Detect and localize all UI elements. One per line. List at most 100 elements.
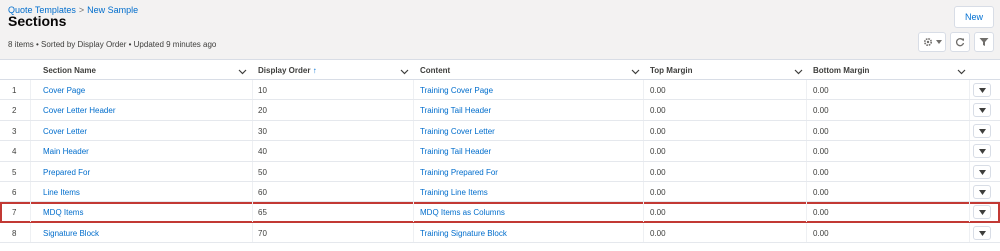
content-link[interactable]: MDQ Items as Columns [420,208,505,217]
row-action-chevron-icon [978,167,986,177]
row-action-chevron-icon [978,105,986,115]
column-divider [413,100,414,120]
column-header-content[interactable]: Content [420,66,450,75]
filter-button[interactable] [974,32,994,52]
section-name-link[interactable]: Cover Letter [43,127,87,136]
column-divider [806,202,807,222]
table-header: Section Name Display Order ↑ Content Top… [0,60,1000,80]
row-action-button[interactable] [973,123,991,138]
content-link[interactable]: Training Line Items [420,188,488,197]
row-action-button[interactable] [973,184,991,199]
content-link[interactable]: Training Cover Page [420,86,493,95]
bottom-margin-value: 0.00 [813,208,829,218]
column-divider [969,100,970,120]
content-link[interactable]: Training Tail Header [420,147,491,156]
section-name-link[interactable]: Cover Page [43,86,85,95]
column-header-section-name[interactable]: Section Name [43,66,96,75]
row-action-button[interactable] [973,205,991,220]
content-link[interactable]: Training Prepared For [420,168,498,177]
new-button[interactable]: New [954,6,994,28]
column-divider [30,120,31,141]
bottom-margin-value: 0.00 [813,228,829,238]
table-row[interactable]: 3 Cover Letter 30 Training Cover Letter 0.00… [0,120,1000,142]
column-divider [252,80,253,100]
section-name-link[interactable]: Cover Letter Header [43,106,115,115]
column-header-bottom-margin[interactable]: Bottom Margin [813,66,869,75]
column-divider [806,222,807,243]
column-divider [252,100,253,120]
column-divider [413,181,414,202]
column-divider [806,120,807,141]
column-divider [252,161,253,181]
row-action-button[interactable] [973,103,991,118]
section-name-link[interactable]: Signature Block [43,229,99,238]
refresh-icon [955,37,965,47]
content-link[interactable]: Training Signature Block [420,229,507,238]
column-divider [806,80,807,100]
column-divider [969,141,970,161]
column-divider [413,141,414,161]
section-name-link[interactable]: MDQ Items [43,208,83,217]
row-action-button[interactable] [973,83,991,97]
column-divider [30,202,31,222]
column-divider [413,80,414,100]
chevron-down-icon[interactable] [794,67,803,77]
table-row[interactable]: 8 Signature Block 70 Training Signature Blo… [0,222,1000,244]
column-divider [643,141,644,161]
table-row[interactable]: 4 Main Header 40 Training Tail Header 0.00 0.… [0,141,1000,162]
chevron-down-icon[interactable] [400,67,409,77]
column-divider [643,181,644,202]
bottom-margin-value: 0.00 [813,106,829,116]
column-divider [413,161,414,181]
list-settings-button[interactable] [918,32,946,52]
display-order-value: 65 [258,208,267,218]
row-action-button[interactable] [973,164,991,179]
column-divider [30,181,31,202]
bottom-margin-value: 0.00 [813,147,829,157]
table-row[interactable]: 5 Prepared For 50 Training Prepared For 0.00… [0,161,1000,182]
column-divider [643,120,644,141]
row-action-button[interactable] [973,225,991,240]
row-number: 5 [12,167,17,177]
column-divider [969,120,970,141]
section-name-link[interactable]: Main Header [43,147,89,156]
content-link[interactable]: Training Cover Letter [420,127,495,136]
settings-gear-icon [923,37,933,47]
display-order-value: 10 [258,86,267,95]
row-number: 6 [12,187,17,197]
chevron-down-icon[interactable] [957,67,966,77]
row-number: 1 [12,86,17,95]
column-divider [252,181,253,202]
table-row[interactable]: 2 Cover Letter Header 20 Training Tail Head… [0,100,1000,121]
list-view-header: Quote Templates > New Sample Sections 8 it… [0,0,1000,60]
section-name-link[interactable]: Line Items [43,188,80,197]
table-row[interactable]: 1 Cover Page 10 Training Cover Page 0.00 0.00 [0,80,1000,101]
column-divider [413,222,414,243]
column-header-label: Display Order [258,66,311,75]
column-divider [969,161,970,181]
top-margin-value: 0.00 [650,187,666,197]
column-header-top-margin[interactable]: Top Margin [650,66,693,75]
bottom-margin-value: 0.00 [813,167,829,177]
column-divider [806,161,807,181]
row-number: 7 [12,208,17,218]
breadcrumb-current-link[interactable]: New Sample [87,5,138,15]
top-margin-value: 0.00 [650,228,666,238]
table-row[interactable]: 7 MDQ Items 65 MDQ Items as Columns 0.00 0.00 [0,202,1000,223]
refresh-button[interactable] [950,32,970,52]
row-number: 3 [12,126,17,136]
filter-icon [979,37,989,47]
sections-table: Section Name Display Order ↑ Content Top… [0,60,1000,244]
column-divider [413,120,414,141]
page-title: Sections [8,13,67,29]
row-action-chevron-icon [978,146,986,156]
chevron-down-icon[interactable] [238,67,247,77]
chevron-down-icon[interactable] [631,67,640,77]
column-header-display-order[interactable]: Display Order ↑ [258,66,317,75]
section-name-link[interactable]: Prepared For [43,168,90,177]
content-link[interactable]: Training Tail Header [420,106,491,115]
row-action-button[interactable] [973,144,991,159]
table-row[interactable]: 6 Line Items 60 Training Line Items 0.00 0.00 [0,181,1000,203]
column-divider [806,181,807,202]
display-order-value: 50 [258,167,267,177]
